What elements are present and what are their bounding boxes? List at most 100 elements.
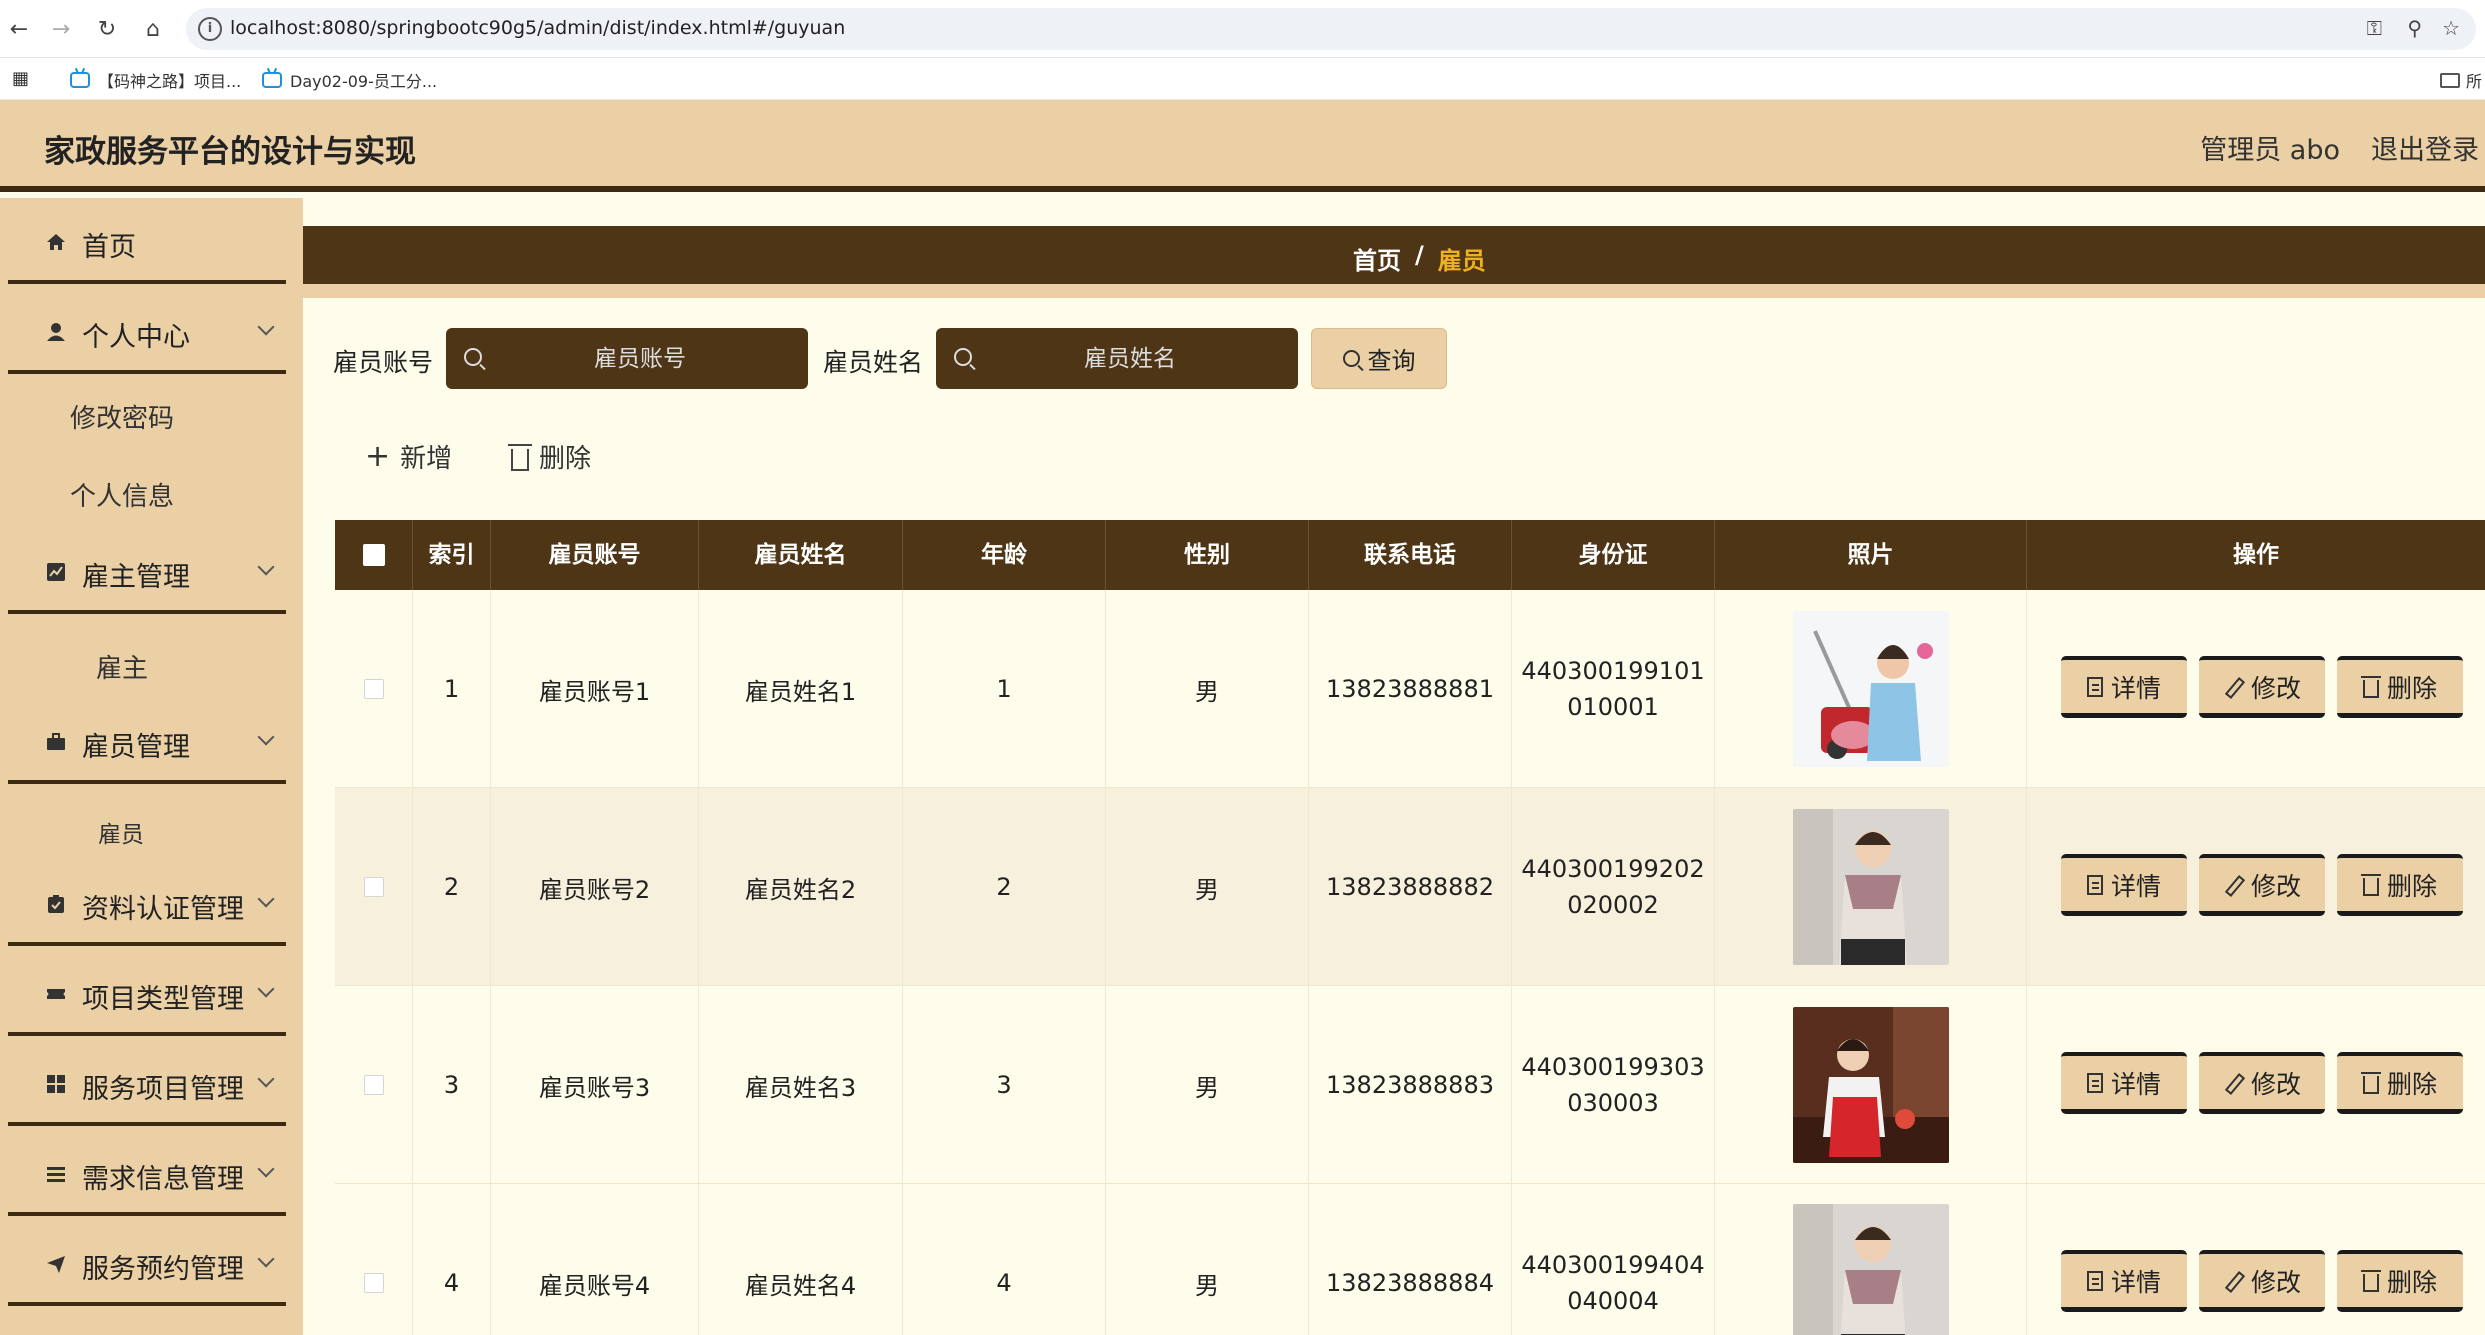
- cell-gender: 男: [1106, 590, 1309, 788]
- home-icon: [46, 232, 66, 252]
- delete-button-label: 删除: [2386, 1267, 2437, 1297]
- bookmark-star-icon[interactable]: ☆: [2442, 16, 2460, 40]
- employee-photo[interactable]: [1792, 809, 1949, 965]
- apps-grid-icon[interactable]: ▦: [12, 68, 29, 89]
- edit-button[interactable]: 修改: [2199, 854, 2325, 916]
- employee-photo[interactable]: [1792, 1007, 1949, 1163]
- url-text[interactable]: localhost:8080/springbootc90g5/admin/dis…: [230, 17, 845, 39]
- cell-age: 3: [903, 986, 1106, 1184]
- sidebar-subitem-employer[interactable]: 雇主: [96, 648, 148, 685]
- sidebar-item-employer-mgmt[interactable]: 雇主管理: [8, 528, 286, 614]
- cell-name: 雇员姓名3: [699, 986, 903, 1184]
- edit-button[interactable]: 修改: [2199, 656, 2325, 718]
- back-icon[interactable]: ←: [4, 14, 34, 44]
- breadcrumb-home[interactable]: 首页: [1353, 241, 1401, 276]
- header-account: 雇员账号: [491, 520, 699, 590]
- detail-button[interactable]: 详情: [2061, 656, 2187, 718]
- row-checkbox-cell: [335, 1184, 413, 1335]
- row-checkbox-cell: [335, 986, 413, 1184]
- cell-gender: 男: [1106, 788, 1309, 986]
- sidebar-item-service-project-mgmt[interactable]: 服务项目管理: [8, 1040, 286, 1126]
- sidebar-item-label: 需求信息管理: [82, 1164, 244, 1195]
- employee-photo[interactable]: [1792, 611, 1949, 767]
- delete-button-label: 删除: [2386, 871, 2437, 901]
- chevron-down-icon: [257, 1160, 275, 1178]
- batch-delete-button[interactable]: 删除: [508, 438, 591, 475]
- header-age: 年龄: [903, 520, 1106, 590]
- select-all-checkbox[interactable]: [362, 544, 385, 566]
- sidebar-item-demand-info-mgmt[interactable]: 需求信息管理: [8, 1130, 286, 1216]
- sidebar-subitem-change-password[interactable]: 修改密码: [70, 398, 174, 435]
- trash-icon: [2360, 1269, 2381, 1292]
- name-search-input[interactable]: [980, 328, 1280, 389]
- delete-button[interactable]: 删除: [2337, 1250, 2463, 1312]
- detail-button[interactable]: 详情: [2061, 1250, 2187, 1312]
- clipboard-check-icon: [46, 894, 66, 914]
- row-checkbox[interactable]: [363, 1273, 384, 1293]
- document-icon: [2086, 874, 2103, 895]
- address-bar[interactable]: i localhost:8080/springbootc90g5/admin/d…: [186, 8, 2476, 50]
- bookmark-folder[interactable]: 所: [2440, 68, 2482, 92]
- delete-button[interactable]: 删除: [2337, 1052, 2463, 1114]
- delete-button[interactable]: 删除: [2337, 854, 2463, 916]
- cell-index: 1: [413, 590, 491, 788]
- cell-operation: 详情 修改 删除: [2027, 1184, 2485, 1335]
- query-button[interactable]: 查询: [1311, 328, 1447, 389]
- sidebar-item-personal-center[interactable]: 个人中心: [8, 288, 286, 374]
- delete-button-label: 删除: [2386, 673, 2437, 703]
- detail-button[interactable]: 详情: [2061, 1052, 2187, 1114]
- folder-icon: [2440, 72, 2460, 88]
- sidebar-item-project-type-mgmt[interactable]: 项目类型管理: [8, 950, 286, 1036]
- logout-link[interactable]: 退出登录: [2371, 128, 2479, 167]
- add-button[interactable]: + 新增: [365, 438, 452, 475]
- cell-gender: 男: [1106, 986, 1309, 1184]
- account-search-input[interactable]: [490, 328, 790, 389]
- forward-icon[interactable]: →: [46, 14, 76, 44]
- edit-button[interactable]: 修改: [2199, 1250, 2325, 1312]
- cell-account: 雇员账号2: [491, 788, 699, 986]
- sidebar-item-employee-mgmt[interactable]: 雇员管理: [8, 698, 286, 784]
- cell-idcard: 440300199101010001: [1512, 590, 1715, 788]
- zoom-icon[interactable]: ⚲: [2407, 16, 2422, 40]
- cell-idcard: 440300199202020002: [1512, 788, 1715, 986]
- site-info-icon[interactable]: i: [198, 17, 222, 41]
- detail-button-label: 详情: [2110, 1267, 2161, 1297]
- edit-button-label: 修改: [2250, 871, 2301, 901]
- cell-name: 雇员姓名2: [699, 788, 903, 986]
- cell-photo: [1715, 590, 2027, 788]
- search-icon: [464, 348, 482, 366]
- sidebar-item-cert-mgmt[interactable]: 资料认证管理: [8, 860, 286, 946]
- query-button-label: 查询: [1367, 347, 1416, 375]
- sidebar-item-home[interactable]: 首页: [8, 198, 286, 284]
- sidebar-subitem-employee[interactable]: 雇员: [98, 815, 144, 849]
- trash-icon: [508, 443, 532, 471]
- password-key-icon[interactable]: ⚿: [2367, 16, 2382, 40]
- delete-button[interactable]: 删除: [2337, 656, 2463, 718]
- chevron-down-icon: [257, 1070, 275, 1088]
- employee-photo[interactable]: [1792, 1204, 1949, 1335]
- document-icon: [2086, 1270, 2103, 1291]
- row-checkbox[interactable]: [363, 679, 384, 699]
- reload-icon[interactable]: ↻: [92, 14, 122, 44]
- name-search-label: 雇员姓名: [823, 348, 924, 377]
- cell-phone: 13823888882: [1309, 788, 1512, 986]
- table-row: 3 雇员账号3 雇员姓名3 3 男 13823888883 4403001993…: [335, 986, 2485, 1184]
- cell-name: 雇员姓名4: [699, 1184, 903, 1335]
- chevron-down-icon: [257, 558, 275, 576]
- bookmark-item[interactable]: Day02-09-员工分...: [262, 68, 437, 92]
- edit-icon: [2223, 1073, 2243, 1093]
- trash-icon: [2360, 1071, 2381, 1094]
- table-row: 4 雇员账号4 雇员姓名4 4 男 13823888884 4403001994…: [335, 1184, 2485, 1335]
- select-all-checkbox-cell: [335, 520, 413, 590]
- row-checkbox[interactable]: [363, 1075, 384, 1095]
- edit-button[interactable]: 修改: [2199, 1052, 2325, 1114]
- home-icon[interactable]: ⌂: [138, 14, 168, 44]
- bookmark-item[interactable]: 【码神之路】项目...: [70, 68, 241, 92]
- chart-icon: [46, 562, 66, 582]
- table-header: 索引 雇员账号 雇员姓名 年龄 性别 联系电话 身份证 照片 操作: [335, 520, 2485, 590]
- row-checkbox[interactable]: [363, 877, 384, 897]
- search-icon: [954, 348, 972, 366]
- sidebar-item-service-booking-mgmt[interactable]: 服务预约管理: [8, 1220, 286, 1306]
- sidebar-subitem-personal-info[interactable]: 个人信息: [70, 476, 174, 513]
- detail-button[interactable]: 详情: [2061, 854, 2187, 916]
